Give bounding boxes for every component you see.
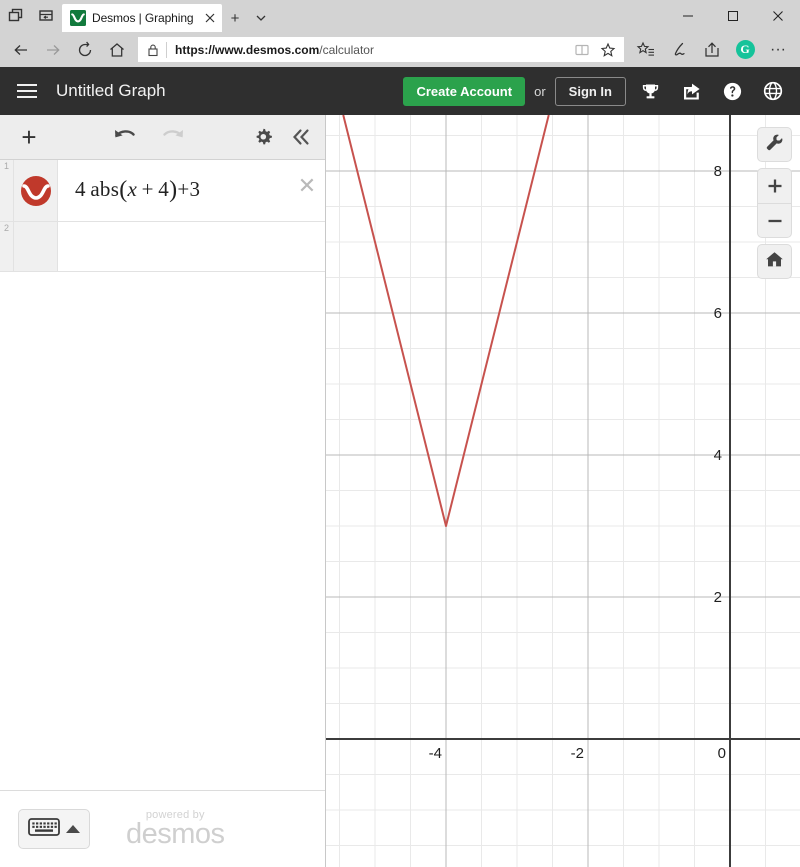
keyboard-icon xyxy=(28,816,60,843)
desmos-header: Untitled Graph Create Account or Sign In xyxy=(0,67,800,115)
titlebar-left-icons xyxy=(0,0,62,32)
y-axis-tick-label: 2 xyxy=(714,589,722,606)
expression-math: 4 abs(x + 4)+3 xyxy=(75,177,201,203)
forward-icon[interactable] xyxy=(38,35,68,65)
desmos-body: + 1 4 abs(x + 4)+3 ✕ 2 powered by desmos… xyxy=(0,115,800,867)
expression-input-empty[interactable] xyxy=(58,222,325,271)
x-axis-tick-label: 0 xyxy=(718,745,726,762)
zoom-button-group xyxy=(757,168,792,238)
trophy-icon[interactable] xyxy=(633,74,667,108)
y-axis-tick-label: 8 xyxy=(714,163,722,180)
grammarly-badge: G xyxy=(735,40,755,59)
onscreen-keyboard-button[interactable] xyxy=(18,809,90,849)
powered-by-desmos: powered by desmos xyxy=(126,809,225,849)
toolbar-end-group xyxy=(248,122,316,152)
undo-icon[interactable] xyxy=(110,122,140,152)
graph-plot[interactable]: -4-208642-2 xyxy=(326,115,800,867)
browser-tab-desmos[interactable]: Desmos | Graphing Calc xyxy=(62,4,222,32)
gear-icon[interactable] xyxy=(248,122,278,152)
home-icon[interactable] xyxy=(102,35,132,65)
set-tabs-aside-icon[interactable] xyxy=(34,3,58,29)
expression-row-2[interactable]: 2 xyxy=(0,222,325,272)
favorites-hub-icon[interactable] xyxy=(630,35,662,65)
new-tab-button[interactable]: + xyxy=(222,4,248,32)
or-label: or xyxy=(534,83,546,99)
expression-list: 1 4 abs(x + 4)+3 ✕ 2 xyxy=(0,160,325,790)
graph-settings-button[interactable] xyxy=(757,127,792,162)
sign-in-button[interactable]: Sign In xyxy=(554,76,626,106)
browser-window: Desmos | Graphing Calc + xyxy=(0,0,800,867)
page-title[interactable]: Untitled Graph xyxy=(56,81,403,101)
expression-row-1[interactable]: 1 4 abs(x + 4)+3 ✕ xyxy=(0,160,325,222)
expression-panel-footer: powered by desmos xyxy=(0,790,325,867)
reset-view-button[interactable] xyxy=(757,244,792,279)
desmos-wordmark: desmos xyxy=(126,818,225,851)
create-account-button[interactable]: Create Account xyxy=(403,76,526,106)
graph-controls xyxy=(757,127,792,279)
browser-navbar: https://www.desmos.com/calculator G ··· xyxy=(0,32,800,67)
x-axis-tick-label: -4 xyxy=(429,745,442,762)
expression-panel: + 1 4 abs(x + 4)+3 ✕ 2 powered by desmos xyxy=(0,115,326,867)
minimize-button[interactable] xyxy=(665,0,710,32)
window-controls xyxy=(665,0,800,32)
address-bar[interactable]: https://www.desmos.com/calculator xyxy=(138,37,624,62)
share-icon[interactable] xyxy=(696,35,728,65)
hamburger-icon[interactable] xyxy=(10,74,44,108)
refresh-icon[interactable] xyxy=(70,35,100,65)
extension-grammarly-icon[interactable]: G xyxy=(729,35,761,65)
undo-redo-group xyxy=(49,122,248,152)
y-axis-tick-label: 4 xyxy=(714,447,722,464)
delete-expression-button[interactable]: ✕ xyxy=(289,160,325,199)
back-icon[interactable] xyxy=(6,35,36,65)
navbar-right-icons: G ··· xyxy=(630,35,794,65)
make-a-web-note-icon[interactable] xyxy=(663,35,695,65)
x-axis-tick-label: -2 xyxy=(571,745,584,762)
maximize-button[interactable] xyxy=(710,0,755,32)
chevron-down-icon[interactable] xyxy=(248,4,274,32)
help-icon[interactable] xyxy=(715,74,749,108)
redo-icon[interactable] xyxy=(158,122,188,152)
desmos-app: Untitled Graph Create Account or Sign In xyxy=(0,67,800,867)
y-axis-tick-label: 6 xyxy=(714,305,722,322)
address-url: https://www.desmos.com/calculator xyxy=(175,42,374,57)
tab-previews-icon[interactable] xyxy=(4,3,28,29)
star-icon[interactable] xyxy=(596,39,620,61)
row-number: 1 xyxy=(0,160,14,221)
zoom-in-button[interactable] xyxy=(757,168,792,203)
expression-toolbar: + xyxy=(0,115,325,160)
close-window-button[interactable] xyxy=(755,0,800,32)
address-bar-icons xyxy=(570,39,622,61)
lock-icon xyxy=(140,43,166,57)
graph-canvas[interactable]: -4-208642-2 xyxy=(326,115,800,867)
browser-tab-title: Desmos | Graphing Calc xyxy=(92,11,196,25)
share-graph-icon[interactable] xyxy=(674,74,708,108)
language-globe-icon[interactable] xyxy=(756,74,790,108)
zoom-out-button[interactable] xyxy=(757,203,792,238)
curve-color-badge[interactable] xyxy=(14,160,58,221)
wrench-icon xyxy=(765,133,784,157)
home-icon xyxy=(765,250,784,274)
browser-titlebar: Desmos | Graphing Calc + xyxy=(0,0,800,32)
collapse-chevrons-icon[interactable] xyxy=(286,122,316,152)
desmos-favicon xyxy=(70,10,86,26)
row-number: 2 xyxy=(0,222,14,271)
caret-up-icon xyxy=(66,825,80,833)
add-expression-button[interactable]: + xyxy=(9,124,49,150)
more-options-icon[interactable]: ··· xyxy=(762,35,794,65)
close-icon[interactable] xyxy=(202,10,218,26)
expression-input[interactable]: 4 abs(x + 4)+3 xyxy=(58,160,289,221)
graph-curve-icon xyxy=(20,175,52,207)
row-icon-placeholder xyxy=(14,222,58,271)
reading-view-icon[interactable] xyxy=(570,39,594,61)
